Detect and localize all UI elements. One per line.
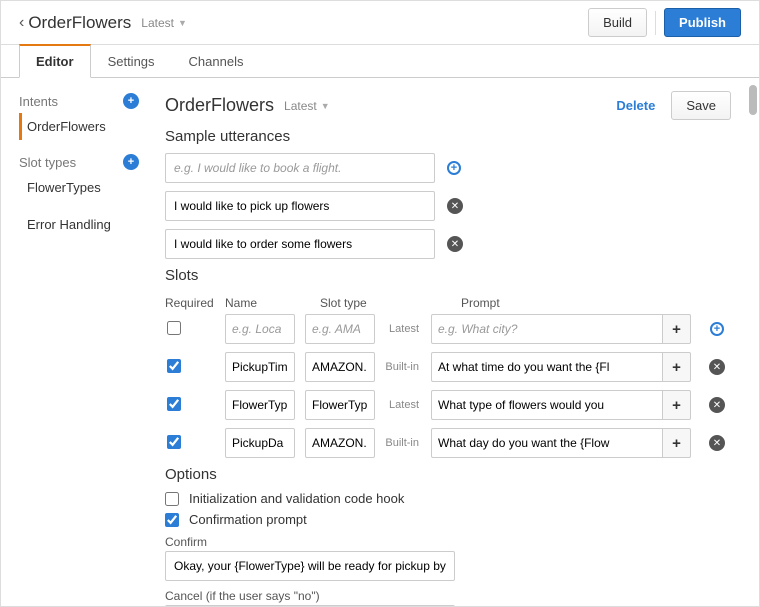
back-caret-icon[interactable]: ‹ [19, 14, 24, 32]
init-hook-label: Initialization and validation code hook [189, 491, 404, 506]
utterance-input[interactable] [165, 229, 435, 259]
slot-required-checkbox[interactable] [167, 435, 181, 449]
slot-version-label: Latest [375, 323, 425, 335]
remove-slot-icon[interactable]: ✕ [709, 435, 725, 451]
slots-heading: Slots [165, 267, 731, 284]
col-type: Slot type [320, 296, 405, 310]
chevron-down-icon: ▼ [321, 101, 330, 111]
remove-utterance-icon[interactable]: ✕ [447, 198, 463, 214]
slot-prompt-input[interactable] [431, 352, 663, 382]
bot-title: OrderFlowers [28, 13, 131, 33]
slot-prompt-input[interactable] [431, 314, 663, 344]
slot-type-input[interactable] [305, 428, 375, 458]
intent-version-label: Latest [284, 99, 317, 113]
cancel-input[interactable] [165, 605, 455, 606]
add-prompt-icon[interactable]: + [663, 428, 691, 458]
tab-settings[interactable]: Settings [91, 45, 172, 78]
confirmation-label: Confirmation prompt [189, 512, 307, 527]
col-required: Required [165, 296, 225, 310]
col-name: Name [225, 296, 310, 310]
slot-version-label: Latest [375, 399, 425, 411]
confirm-sublabel: Confirm [165, 535, 731, 549]
divider [655, 11, 656, 35]
slot-version-label: Built-in [375, 437, 425, 449]
add-slottype-icon[interactable]: + [123, 154, 139, 170]
options-heading: Options [165, 466, 731, 483]
slot-prompt-input[interactable] [431, 390, 663, 420]
intent-title: OrderFlowers [165, 95, 274, 116]
add-prompt-icon[interactable]: + [663, 390, 691, 420]
build-button[interactable]: Build [588, 8, 647, 37]
confirm-input[interactable] [165, 551, 455, 581]
add-prompt-icon[interactable]: + [663, 314, 691, 344]
save-button[interactable]: Save [671, 91, 731, 120]
add-prompt-icon[interactable]: + [663, 352, 691, 382]
remove-utterance-icon[interactable]: ✕ [447, 236, 463, 252]
utterances-heading: Sample utterances [165, 128, 731, 145]
remove-slot-icon[interactable]: ✕ [709, 359, 725, 375]
slot-type-input[interactable] [305, 390, 375, 420]
slot-name-input[interactable] [225, 428, 295, 458]
slot-required-checkbox[interactable] [167, 321, 181, 335]
sidebar-intents-heading: Intents [19, 94, 58, 109]
scrollbar-thumb[interactable] [749, 85, 757, 115]
utterance-input-new[interactable] [165, 153, 435, 183]
intent-version-dropdown[interactable]: Latest ▼ [284, 99, 330, 113]
delete-link[interactable]: Delete [616, 98, 655, 113]
slot-type-input[interactable] [305, 352, 375, 382]
tab-editor[interactable]: Editor [19, 44, 91, 78]
slot-prompt-input[interactable] [431, 428, 663, 458]
sidebar-item-flowertypes[interactable]: FlowerTypes [19, 174, 147, 201]
sidebar-item-error-handling[interactable]: Error Handling [19, 211, 147, 238]
remove-slot-icon[interactable]: ✕ [709, 397, 725, 413]
slot-name-input[interactable] [225, 314, 295, 344]
add-slot-icon[interactable]: + [710, 322, 724, 336]
slot-name-input[interactable] [225, 352, 295, 382]
slot-type-input[interactable] [305, 314, 375, 344]
sidebar-slottypes-heading: Slot types [19, 155, 76, 170]
slot-required-checkbox[interactable] [167, 397, 181, 411]
tab-channels[interactable]: Channels [172, 45, 261, 78]
cancel-sublabel: Cancel (if the user says "no") [165, 589, 731, 603]
sidebar-item-orderflowers[interactable]: OrderFlowers [19, 113, 147, 140]
slot-name-input[interactable] [225, 390, 295, 420]
scrollbar[interactable] [745, 79, 759, 606]
bot-version-dropdown[interactable]: Latest ▼ [141, 16, 187, 30]
slot-required-checkbox[interactable] [167, 359, 181, 373]
init-hook-checkbox[interactable] [165, 492, 179, 506]
add-utterance-icon[interactable]: + [447, 161, 461, 175]
publish-button[interactable]: Publish [664, 8, 741, 37]
bot-version-label: Latest [141, 16, 174, 30]
confirmation-checkbox[interactable] [165, 513, 179, 527]
chevron-down-icon: ▼ [178, 18, 187, 28]
utterance-input[interactable] [165, 191, 435, 221]
col-prompt: Prompt [461, 296, 669, 310]
add-intent-icon[interactable]: + [123, 93, 139, 109]
slot-version-label: Built-in [375, 361, 425, 373]
